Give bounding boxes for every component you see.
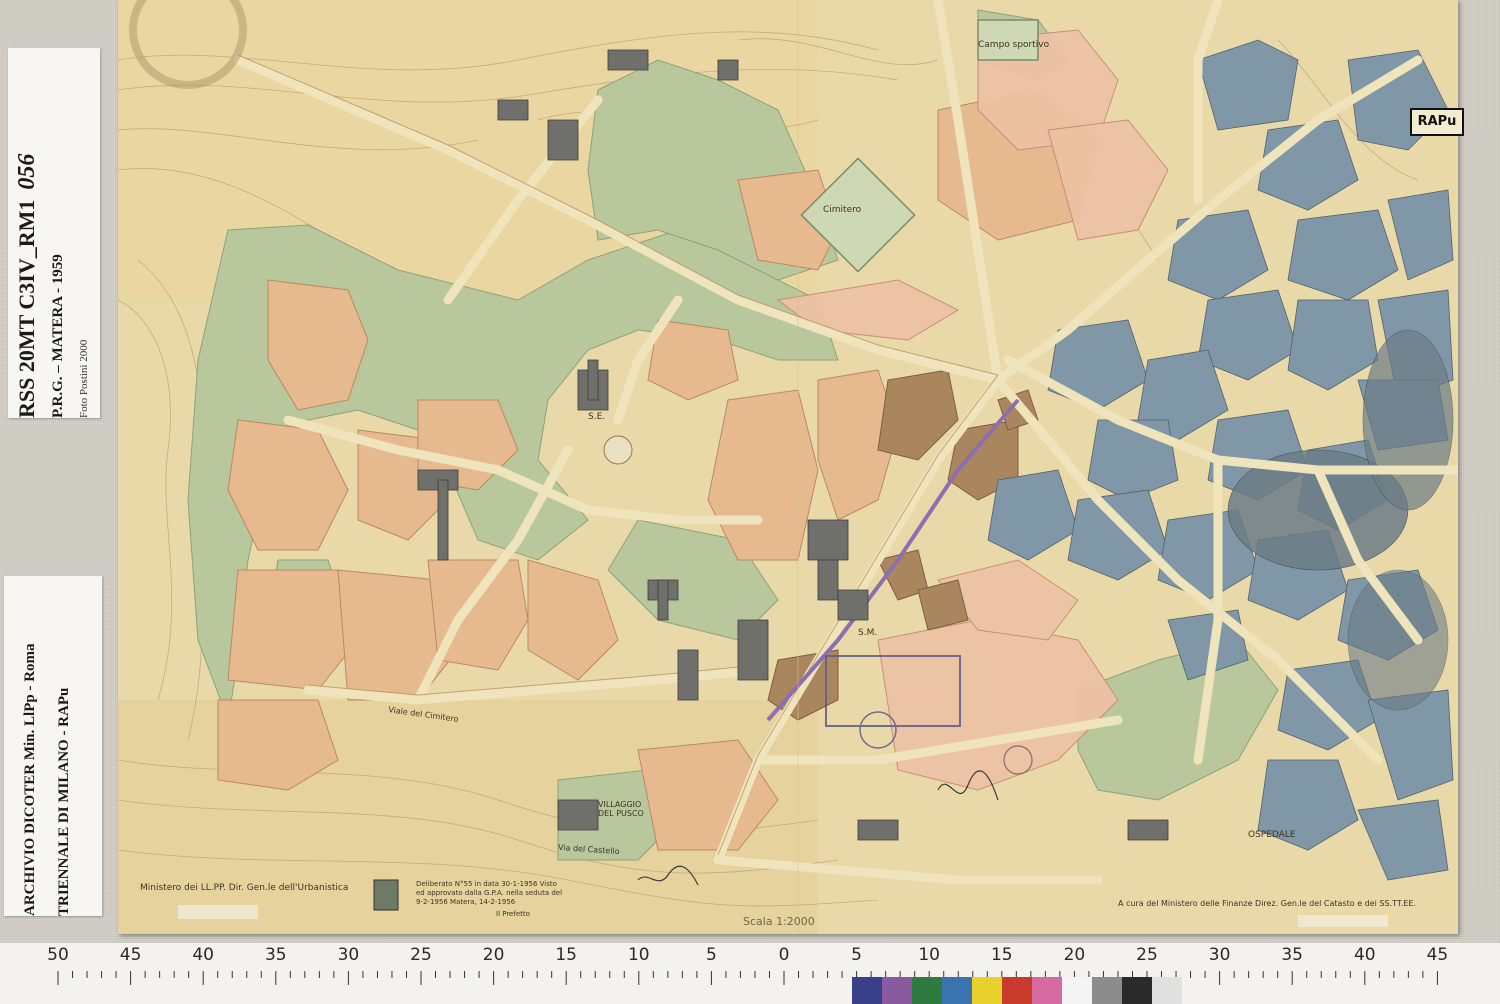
label-sm: S.M. [858, 628, 878, 638]
approval-note: Deliberato N°55 in data 30-1-1956 Visto … [416, 880, 563, 906]
ruler-tick-label: 35 [1281, 945, 1303, 965]
color-swatch [1092, 977, 1122, 1004]
roundabout [603, 435, 633, 465]
rapu-stamp: RAPu [1410, 108, 1464, 136]
prefect-caption: Il Prefetto [496, 910, 530, 918]
triennale-name: TRIENNALE DI MILANO - RAPu [56, 687, 72, 916]
revenue-stamp [373, 879, 399, 911]
archive-number: 056 [14, 153, 40, 190]
measuring-ruler: 50 45 40 35 30 25 20 15 10 5 0 5 10 15 20 25 30 35 40 45 [0, 943, 1500, 1004]
ruler-tick-label: 15 [555, 945, 577, 965]
label-campo-sportivo: Campo sportivo [978, 40, 1050, 50]
plan-title: P.R.G. – MATERA - 1959 [50, 254, 66, 418]
color-swatch [1062, 977, 1092, 1004]
archive-name: ARCHIVIO DICOTER Min. LlPp - Roma [22, 643, 38, 916]
ruler-tick-label: 5 [851, 945, 862, 965]
ruler-tick-label: 0 [778, 945, 790, 965]
color-swatch [912, 977, 942, 1004]
map-sheet: RAPu Cimitero Campo sportivo S.E. S.M. O… [118, 0, 1464, 934]
ruler-tick-label: 25 [410, 945, 432, 965]
color-swatch [852, 977, 882, 1004]
ruler-tick-label: 45 [1426, 945, 1449, 965]
ruler-labels: 50 45 40 35 30 25 20 15 10 5 0 5 10 15 20 25 30 35 40 45 [0, 943, 1500, 971]
ruler-ticks [57, 971, 1438, 985]
archive-label-bottom: ARCHIVIO DICOTER Min. LlPp - Roma TRIENN… [4, 576, 102, 916]
ruler-tick-label: 30 [1208, 945, 1231, 965]
ruler-tick-label: 50 [47, 945, 69, 965]
label-se: S.E. [588, 412, 606, 422]
color-swatch [1122, 977, 1152, 1004]
color-swatch [1002, 977, 1032, 1004]
ruler-tick-label: 10 [627, 945, 650, 965]
ruler-tick-label: 35 [264, 945, 287, 965]
scale-caption: Scala 1:2000 [743, 915, 815, 928]
ruler-tick-label: 5 [705, 945, 717, 965]
color-swatch [942, 977, 972, 1004]
ruler-tick-label: 10 [918, 945, 940, 965]
map-drawing [118, 0, 1458, 934]
worn-edge [178, 905, 258, 919]
ruler-tick-label: 45 [119, 945, 142, 965]
ruler-tick-label: 40 [1353, 945, 1376, 965]
ruler-tick-label: 20 [1063, 945, 1086, 965]
color-swatch [972, 977, 1002, 1004]
ruler-tick-label: 20 [482, 945, 505, 965]
ruler-tick-label: 25 [1136, 945, 1158, 965]
label-villaggio: VILLAGGIO DEL PUSCO [598, 800, 644, 818]
color-swatch [1152, 977, 1182, 1004]
archive-label-top: RSS 20MT C3IV_RM1056 P.R.G. – MATERA - 1… [8, 48, 100, 418]
ministry-caption: Ministero dei LL.PP. Dir. Gen.le dell'Ur… [140, 883, 349, 893]
cadastre-caption: A cura del Ministero delle Finanze Direz… [1118, 899, 1417, 908]
ruler-tick-label: 15 [990, 945, 1013, 965]
worn-edge-2 [1298, 915, 1388, 927]
color-swatch [882, 977, 912, 1004]
color-swatch [1032, 977, 1062, 1004]
ruler-tick-label: 30 [337, 945, 360, 965]
ruler-tick-label: 40 [192, 945, 214, 965]
archive-code: RSS 20MT C3IV_RM1056 [14, 153, 40, 418]
photo-credit: Foto Postini 2000 [78, 339, 90, 418]
label-ospedale: OSPEDALE [1248, 830, 1296, 840]
color-chart [852, 977, 1182, 1004]
label-cimitero: Cimitero [823, 205, 862, 215]
